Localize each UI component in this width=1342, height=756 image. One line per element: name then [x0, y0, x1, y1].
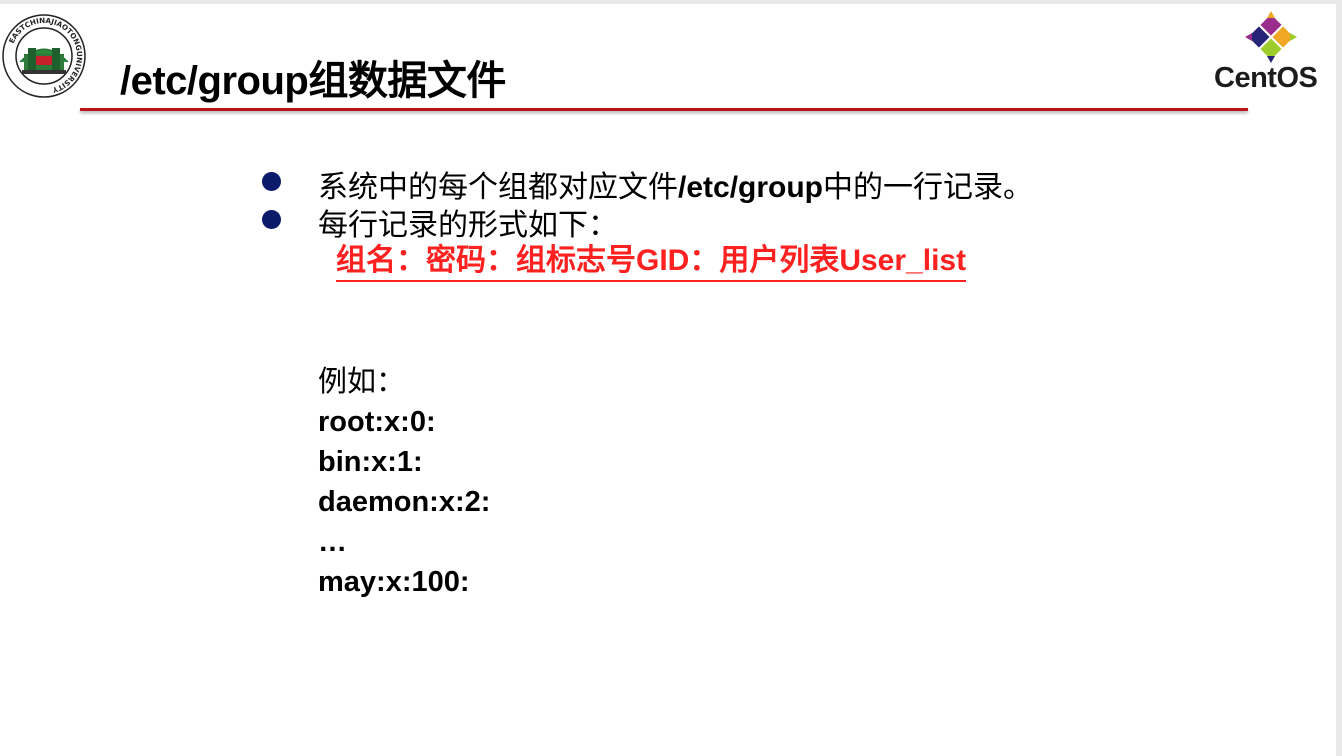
centos-logo-icon [1245, 11, 1297, 63]
bullet-item: 每行记录的形式如下： [262, 198, 1262, 242]
example-line: root:x:0: [318, 406, 436, 438]
bullet-dot-icon [262, 210, 281, 229]
bullet-dot-icon [262, 172, 281, 191]
bullet-item: 系统中的每个组都对应文件/etc/group中的一行记录。 [262, 160, 1262, 204]
example-line: may:x:100: [318, 566, 470, 598]
example-line: bin:x:1: [318, 446, 423, 478]
title-divider [80, 108, 1248, 111]
page-title: /etc/group组数据文件 [120, 59, 506, 103]
example-line: daemon:x:2: [318, 486, 491, 518]
example-block: 例如： root:x:0: bin:x:1: daemon:x:2: … may… [318, 362, 490, 602]
bullet-list: 系统中的每个组都对应文件/etc/group中的一行记录。 每行记录的形式如下： [262, 160, 1262, 242]
bullet-text: 每行记录的形式如下： [318, 209, 618, 242]
record-format: 组名：密码：组标志号GID：用户列表User_list [336, 242, 967, 282]
example-ellipsis: … [318, 526, 347, 558]
centos-brand-text: CentOS [1214, 62, 1318, 94]
example-label: 例如： [318, 366, 406, 398]
university-logo: EASTCHINAJIAOTONGUNIVERSITY [2, 14, 86, 98]
slide: EASTCHINAJIAOTONGUNIVERSITY /etc/group组数… [0, 4, 1336, 756]
